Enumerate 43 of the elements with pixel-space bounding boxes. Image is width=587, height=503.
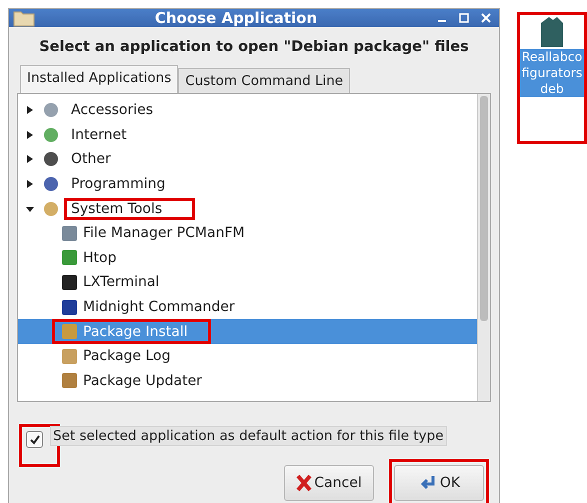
close-icon[interactable]: [481, 13, 491, 23]
checkbox[interactable]: [26, 431, 43, 448]
app-icon: [61, 274, 78, 291]
ok-button[interactable]: OK: [394, 465, 484, 501]
folder-icon: [13, 9, 35, 27]
category-item[interactable]: System Tools: [64, 198, 196, 220]
app-icon: [61, 224, 78, 242]
category-icon: [42, 175, 60, 194]
category-icon: [42, 150, 60, 168]
application-item[interactable]: File Manager PCManFM: [18, 220, 477, 246]
application-item[interactable]: Midnight Commander: [18, 294, 477, 320]
category-icon: [42, 101, 60, 120]
category-item[interactable]: Programming: [64, 173, 172, 196]
cancel-button[interactable]: Cancel: [284, 465, 374, 501]
category-item[interactable]: Accessories: [64, 99, 160, 122]
expander-icon[interactable]: [26, 130, 34, 139]
application-item[interactable]: LXTerminal: [18, 270, 477, 295]
category-icon: [42, 200, 60, 218]
application-item[interactable]: Package Updater: [18, 368, 477, 394]
checkbox-label[interactable]: Set selected application as default action for this file type: [50, 426, 447, 446]
expander-icon[interactable]: [26, 180, 34, 188]
application-item[interactable]: Htop: [18, 246, 477, 270]
expander-icon[interactable]: [26, 155, 34, 164]
cross-icon: [296, 474, 312, 492]
app-icon: [61, 249, 78, 266]
app-icon: [61, 372, 78, 390]
scrollbar[interactable]: [477, 94, 490, 401]
expander-icon[interactable]: [26, 204, 34, 213]
category-item[interactable]: Internet: [64, 124, 134, 146]
app-icon: [61, 298, 78, 316]
package-icon[interactable]: [538, 15, 566, 49]
category-icon: [42, 126, 60, 144]
tab[interactable]: Installed Applications: [20, 65, 178, 93]
application-item[interactable]: Package Log: [18, 344, 477, 369]
app-icon: [61, 323, 78, 340]
window-title: Choose Application: [154, 9, 318, 27]
category-item[interactable]: Other: [64, 148, 118, 170]
tab[interactable]: Custom Command Line: [178, 68, 350, 93]
expander-icon[interactable]: [26, 106, 34, 114]
check-icon: [28, 434, 40, 446]
app-icon: [61, 348, 78, 365]
maximize-icon[interactable]: [459, 13, 469, 23]
dialog-heading: Select an application to open "Debian package" files: [38, 39, 470, 55]
